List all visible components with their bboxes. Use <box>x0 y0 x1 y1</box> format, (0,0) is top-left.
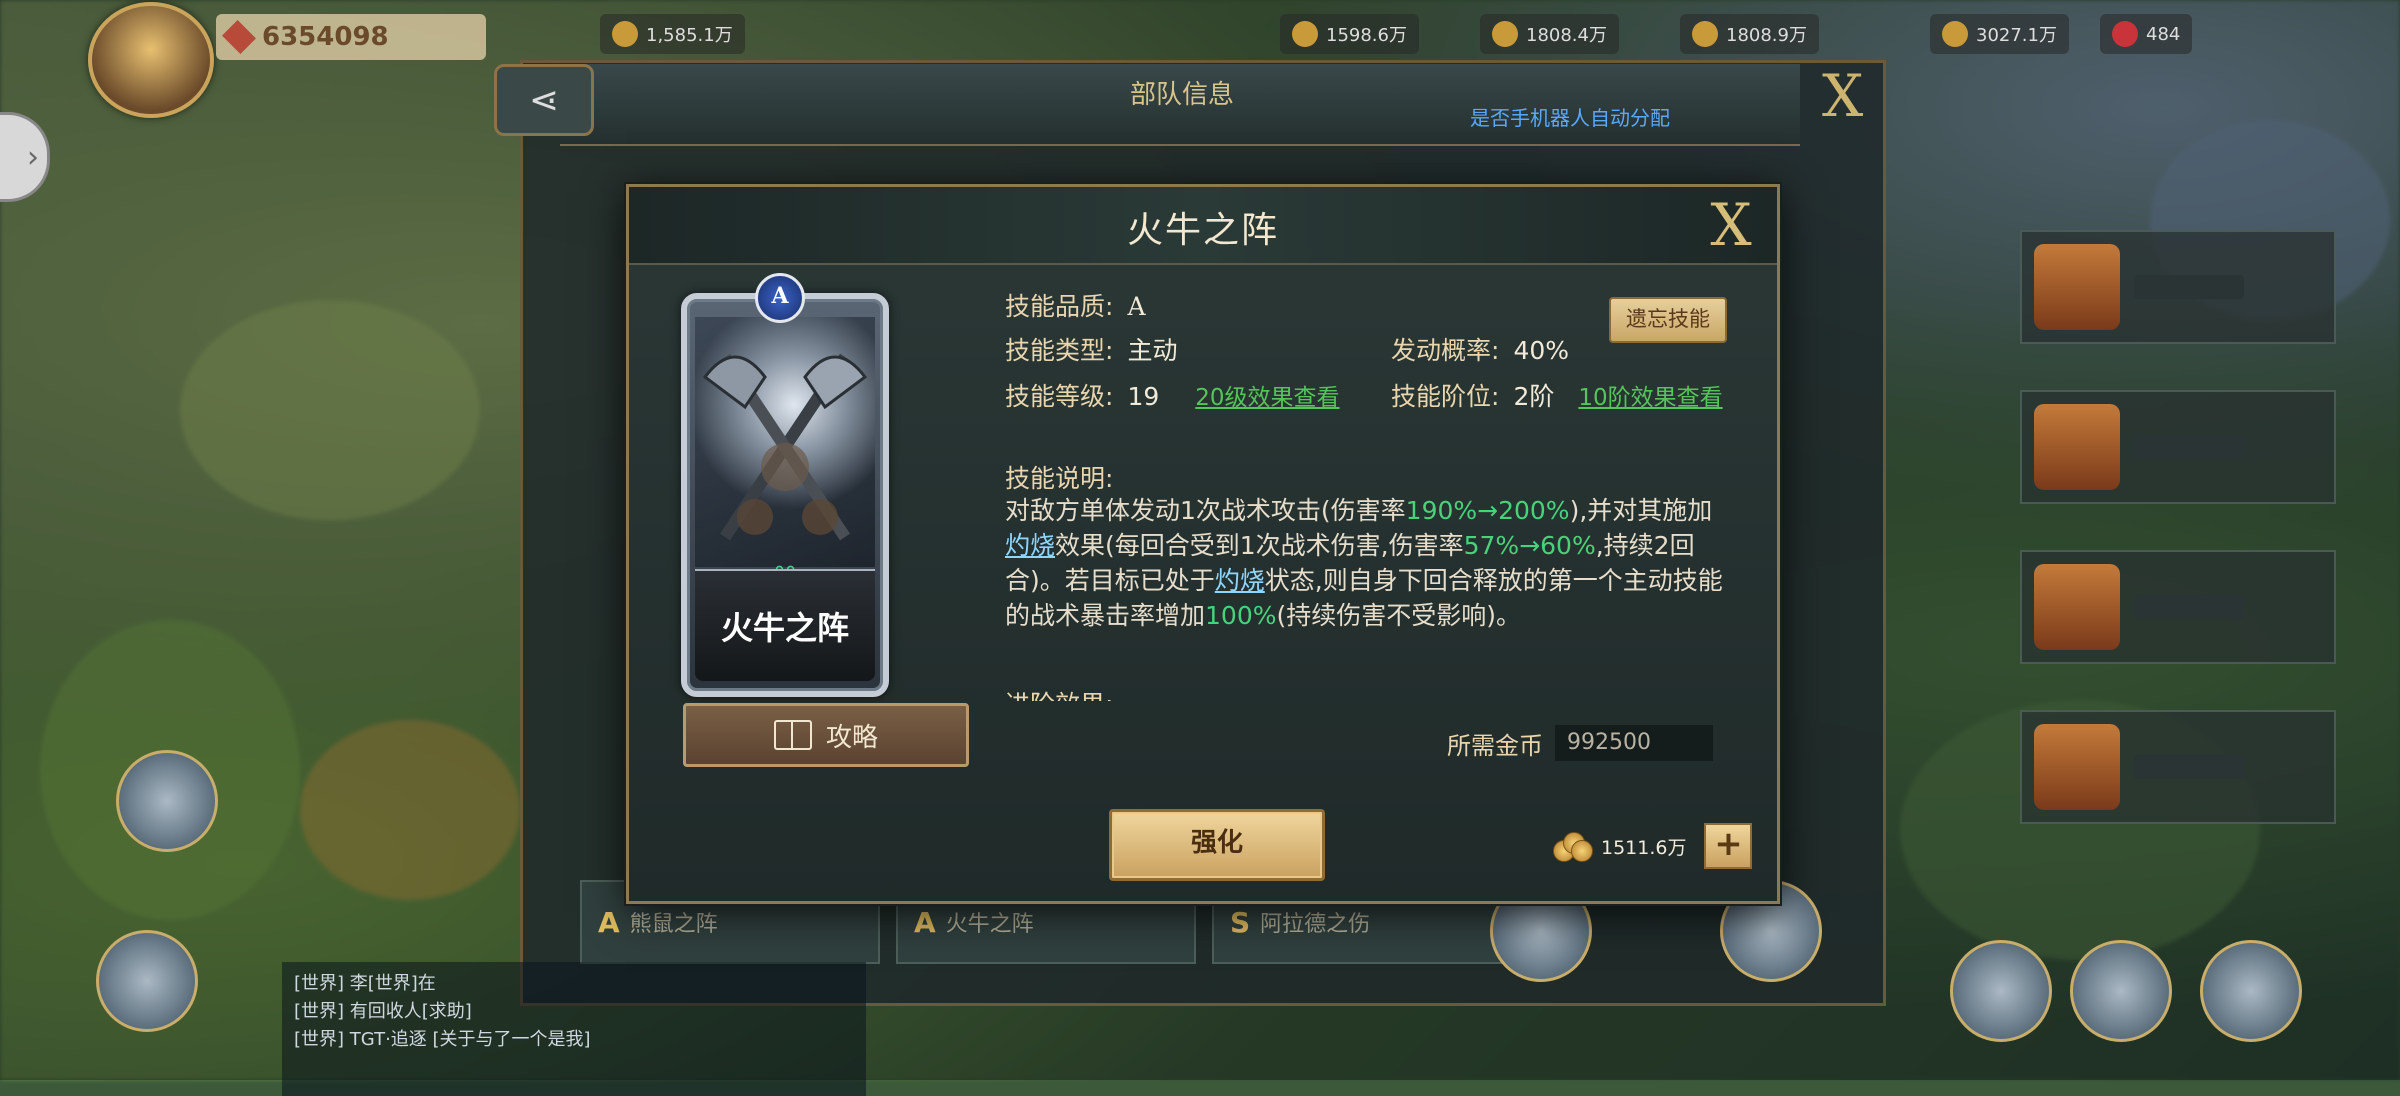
hero-card[interactable] <box>2020 710 2336 824</box>
quality-row: 技能品质: A <box>1005 292 1146 321</box>
skill-card-art <box>695 317 875 567</box>
skill-description: 对敌方单体发动1次战术攻击(伤害率190%→200%),并对其施加灼烧效果(每回… <box>1005 496 1723 630</box>
skill-detail-modal: 火牛之阵 X ☋ 火牛之阵 A 攻略 技能品质: A 技能类型: <box>626 184 1780 904</box>
chat-line: [世界] 李[世界]在 <box>294 973 436 994</box>
hero-card[interactable] <box>2020 550 2336 664</box>
chat-box[interactable]: [世界] 李[世界]在 [世界] 有回收人[求助] [世界] TGT·追逐 [关… <box>282 962 866 1096</box>
skill-card: ☋ 火牛之阵 <box>681 293 889 697</box>
menu-button[interactable] <box>1950 940 2052 1042</box>
resource-5: 3027.1万 <box>1930 14 2069 54</box>
resource-icon <box>1692 21 1718 47</box>
resource-4: 1808.9万 <box>1680 14 1819 54</box>
chevron-right-icon: › <box>27 139 39 175</box>
rank-value: 2阶 <box>1513 382 1555 411</box>
gem-icon <box>2112 21 2138 47</box>
hero-level-bar <box>2134 275 2244 299</box>
level-row: 技能等级: 19 20级效果查看 <box>1005 377 1340 413</box>
level-value: 19 <box>1127 382 1160 411</box>
hero-portrait <box>2034 724 2120 810</box>
description-title: 技能说明: <box>1005 464 1114 493</box>
team-info-subtitle[interactable]: 是否手机器人自动分配 <box>1470 102 1670 131</box>
resource-2: 1598.6万 <box>1280 14 1419 54</box>
grade-emblem-icon: A <box>755 273 805 323</box>
quality-value: A <box>1127 292 1146 321</box>
build-button[interactable] <box>116 750 218 852</box>
menu-button[interactable] <box>2070 940 2172 1042</box>
rank-row: 技能阶位: 2阶 10阶效果查看 <box>1391 377 1723 413</box>
resource-icon <box>1942 21 1968 47</box>
crossed-axes-art <box>702 353 868 541</box>
chance-value: 40% <box>1513 336 1570 365</box>
hero-portrait <box>2034 564 2120 650</box>
cost-row: 所需金币 992500 <box>1447 725 1713 761</box>
hero-portrait <box>2034 404 2120 490</box>
close-icon[interactable]: X <box>1701 195 1761 255</box>
modal-title: 火牛之阵 <box>1126 210 1279 251</box>
gold-balance: 1511.6万 + <box>1553 823 1753 869</box>
rank-effect-link[interactable]: 10阶效果查看 <box>1578 378 1722 412</box>
power-gem-icon <box>222 20 256 54</box>
hero-card[interactable] <box>2020 390 2336 504</box>
hero-list <box>2020 230 2336 824</box>
player-avatar[interactable] <box>88 2 214 118</box>
book-icon <box>773 720 812 750</box>
chance-row: 发动概率: 40% <box>1391 336 1570 365</box>
share-icon: ⋖ <box>528 79 560 121</box>
team-close-icon[interactable]: X <box>1822 62 1863 130</box>
skill-card-name: 火牛之阵 <box>695 569 875 681</box>
resource-icon <box>1492 21 1518 47</box>
burn-keyword-link[interactable]: 灼烧 <box>1215 566 1265 595</box>
level-effect-link[interactable]: 20级效果查看 <box>1195 378 1339 412</box>
hero-level-bar <box>2134 435 2244 459</box>
type-value: 主动 <box>1127 336 1178 365</box>
city-button[interactable] <box>96 930 198 1032</box>
add-gold-button[interactable]: + <box>1704 823 1753 869</box>
guide-label: 攻略 <box>825 722 878 753</box>
share-button[interactable]: ⋖ <box>494 64 594 136</box>
player-power-bar: 6354098 <box>216 14 486 60</box>
cost-value: 992500 <box>1555 725 1713 761</box>
resource-1: 1,585.1万 <box>600 14 745 54</box>
hero-card[interactable] <box>2020 230 2336 344</box>
resource-icon <box>612 21 638 47</box>
team-info-title: 部队信息 <box>1130 80 1235 110</box>
player-power-value: 6354098 <box>262 22 389 52</box>
guide-button[interactable]: 攻略 <box>683 703 969 767</box>
hero-level-bar <box>2134 755 2244 779</box>
chat-line: [世界] TGT·追逐 [关于与了一个是我] <box>294 1029 591 1050</box>
gold-amount: 1511.6万 <box>1601 836 1687 859</box>
advance-effect-title: 进阶效果: <box>1005 685 1113 701</box>
hero-level-bar <box>2134 595 2244 619</box>
hero-portrait <box>2034 244 2120 330</box>
resource-icon <box>1292 21 1318 47</box>
forget-skill-button[interactable]: 遗忘技能 <box>1609 297 1727 343</box>
cost-label: 所需金币 <box>1447 731 1543 760</box>
resource-6: 484 <box>2100 14 2193 54</box>
strengthen-button[interactable]: 强化 <box>1109 809 1325 881</box>
chat-line: [世界] 有回收人[求助] <box>294 1001 472 1022</box>
type-row: 技能类型: 主动 <box>1005 331 1177 367</box>
resource-3: 1808.4万 <box>1480 14 1619 54</box>
gold-coins-icon <box>1553 832 1593 862</box>
menu-button[interactable] <box>2200 940 2302 1042</box>
burn-keyword-link[interactable]: 灼烧 <box>1005 531 1055 560</box>
